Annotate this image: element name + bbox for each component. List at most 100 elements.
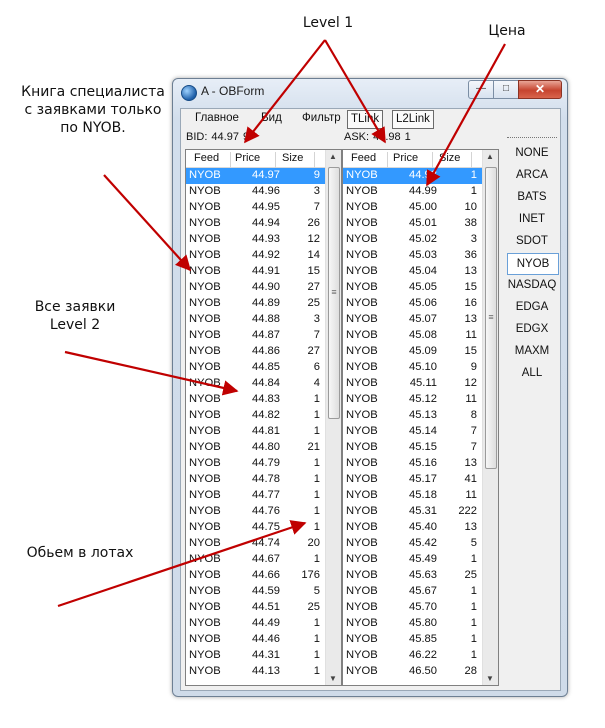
table-row[interactable]: NYOB 44.59 5: [186, 584, 325, 600]
table-row[interactable]: NYOB 45.11 12: [343, 376, 482, 392]
exchange-button-arca[interactable]: ARCA: [507, 165, 557, 185]
table-row[interactable]: NYOB 45.12 11: [343, 392, 482, 408]
table-row[interactable]: NYOB 45.49 1: [343, 552, 482, 568]
table-row[interactable]: NYOB 45.13 8: [343, 408, 482, 424]
minimize-button[interactable]: —: [468, 80, 494, 99]
table-row[interactable]: NYOB 45.00 10: [343, 200, 482, 216]
scroll-up-icon[interactable]: ▲: [329, 152, 337, 161]
column-divider[interactable]: [387, 152, 388, 169]
table-row[interactable]: NYOB 45.31 222: [343, 504, 482, 520]
bid-scrollbar[interactable]: ▲ ≡ ▼: [325, 150, 341, 685]
table-row[interactable]: NYOB 44.67 1: [186, 552, 325, 568]
table-row[interactable]: NYOB 44.13 1: [186, 664, 325, 680]
table-row[interactable]: NYOB 44.87 7: [186, 328, 325, 344]
column-price[interactable]: Price: [235, 152, 260, 164]
table-row[interactable]: NYOB 44.82 1: [186, 408, 325, 424]
table-row[interactable]: NYOB 44.88 3: [186, 312, 325, 328]
exchange-button-bats[interactable]: BATS: [507, 187, 557, 207]
table-row[interactable]: NYOB 44.92 14: [186, 248, 325, 264]
column-divider[interactable]: [230, 152, 231, 169]
table-row[interactable]: NYOB 44.66 176: [186, 568, 325, 584]
table-row[interactable]: NYOB 46.50 28: [343, 664, 482, 680]
l2link-button[interactable]: L2Link: [392, 110, 434, 129]
table-row[interactable]: NYOB 45.10 9: [343, 360, 482, 376]
table-row[interactable]: NYOB 45.09 15: [343, 344, 482, 360]
table-row[interactable]: NYOB 44.94 26: [186, 216, 325, 232]
table-row[interactable]: NYOB 44.99 1: [343, 184, 482, 200]
exchange-button-nasdaq[interactable]: NASDAQ: [507, 275, 557, 295]
table-row[interactable]: NYOB 45.85 1: [343, 632, 482, 648]
table-row[interactable]: NYOB 44.84 4: [186, 376, 325, 392]
table-row[interactable]: NYOB 45.40 13: [343, 520, 482, 536]
table-row[interactable]: NYOB 45.42 5: [343, 536, 482, 552]
table-row[interactable]: NYOB 45.01 38: [343, 216, 482, 232]
table-row[interactable]: NYOB 44.83 1: [186, 392, 325, 408]
table-row[interactable]: NYOB 45.67 1: [343, 584, 482, 600]
table-row[interactable]: NYOB 45.06 16: [343, 296, 482, 312]
column-size[interactable]: Size: [282, 152, 303, 164]
table-row[interactable]: NYOB 44.77 1: [186, 488, 325, 504]
table-row[interactable]: NYOB 45.02 3: [343, 232, 482, 248]
table-row[interactable]: NYOB 44.91 15: [186, 264, 325, 280]
table-row[interactable]: NYOB 44.78 1: [186, 472, 325, 488]
scroll-thumb[interactable]: ≡: [485, 167, 497, 469]
exchange-button-all[interactable]: ALL: [507, 363, 557, 383]
exchange-button-edgx[interactable]: EDGX: [507, 319, 557, 339]
table-row[interactable]: NYOB 45.04 13: [343, 264, 482, 280]
column-divider[interactable]: [314, 152, 315, 169]
table-row[interactable]: NYOB 46.22 1: [343, 648, 482, 664]
column-divider[interactable]: [275, 152, 276, 169]
exchange-button-none[interactable]: NONE: [507, 143, 557, 163]
scroll-down-icon[interactable]: ▼: [486, 674, 494, 683]
table-row[interactable]: NYOB 44.86 27: [186, 344, 325, 360]
table-row[interactable]: NYOB 45.63 25: [343, 568, 482, 584]
column-price[interactable]: Price: [393, 152, 418, 164]
maximize-button[interactable]: □: [493, 80, 519, 99]
scroll-down-icon[interactable]: ▼: [329, 674, 337, 683]
table-row[interactable]: NYOB 45.03 36: [343, 248, 482, 264]
table-row[interactable]: NYOB 45.05 15: [343, 280, 482, 296]
column-divider[interactable]: [432, 152, 433, 169]
table-row[interactable]: NYOB 44.85 6: [186, 360, 325, 376]
column-size[interactable]: Size: [439, 152, 460, 164]
exchange-button-nyob[interactable]: NYOB: [507, 253, 559, 275]
table-row[interactable]: NYOB 44.74 20: [186, 536, 325, 552]
table-row[interactable]: NYOB 44.90 27: [186, 280, 325, 296]
table-row[interactable]: NYOB 44.98 1: [343, 168, 482, 184]
table-row[interactable]: NYOB 45.17 41: [343, 472, 482, 488]
table-row[interactable]: NYOB 44.51 25: [186, 600, 325, 616]
table-row[interactable]: NYOB 45.70 1: [343, 600, 482, 616]
column-feed[interactable]: Feed: [351, 152, 376, 164]
table-row[interactable]: NYOB 44.80 21: [186, 440, 325, 456]
exchange-button-inet[interactable]: INET: [507, 209, 557, 229]
table-row[interactable]: NYOB 44.81 1: [186, 424, 325, 440]
table-row[interactable]: NYOB 44.49 1: [186, 616, 325, 632]
table-row[interactable]: NYOB 45.07 13: [343, 312, 482, 328]
table-row[interactable]: NYOB 45.15 7: [343, 440, 482, 456]
title-bar[interactable]: A - OBForm — □ ✕: [173, 79, 567, 105]
table-row[interactable]: NYOB 44.46 1: [186, 632, 325, 648]
table-row[interactable]: NYOB 45.16 13: [343, 456, 482, 472]
table-row[interactable]: NYOB 44.93 12: [186, 232, 325, 248]
menu-main[interactable]: Главное: [195, 112, 239, 124]
exchange-button-maxm[interactable]: MAXM: [507, 341, 557, 361]
exchange-button-sdot[interactable]: SDOT: [507, 231, 557, 251]
table-row[interactable]: NYOB 44.95 7: [186, 200, 325, 216]
menu-view[interactable]: Вид: [261, 112, 282, 124]
table-row[interactable]: NYOB 44.89 25: [186, 296, 325, 312]
table-row[interactable]: NYOB 44.75 1: [186, 520, 325, 536]
exchange-button-edga[interactable]: EDGA: [507, 297, 557, 317]
tlink-button[interactable]: TLink: [347, 110, 384, 129]
ask-book[interactable]: Feed Price Size NYOB 44.98 1 NYOB 44.99 1 NYOB…: [342, 149, 499, 686]
column-feed[interactable]: Feed: [194, 152, 219, 164]
column-divider[interactable]: [471, 152, 472, 169]
table-row[interactable]: NYOB 45.80 1: [343, 616, 482, 632]
table-row[interactable]: NYOB 44.76 1: [186, 504, 325, 520]
close-button[interactable]: ✕: [518, 80, 562, 99]
table-row[interactable]: NYOB 45.18 11: [343, 488, 482, 504]
table-row[interactable]: NYOB 44.79 1: [186, 456, 325, 472]
table-row[interactable]: NYOB 45.08 11: [343, 328, 482, 344]
table-row[interactable]: NYOB 44.97 9: [186, 168, 325, 184]
scroll-up-icon[interactable]: ▲: [486, 152, 494, 161]
scroll-thumb[interactable]: ≡: [328, 167, 340, 419]
